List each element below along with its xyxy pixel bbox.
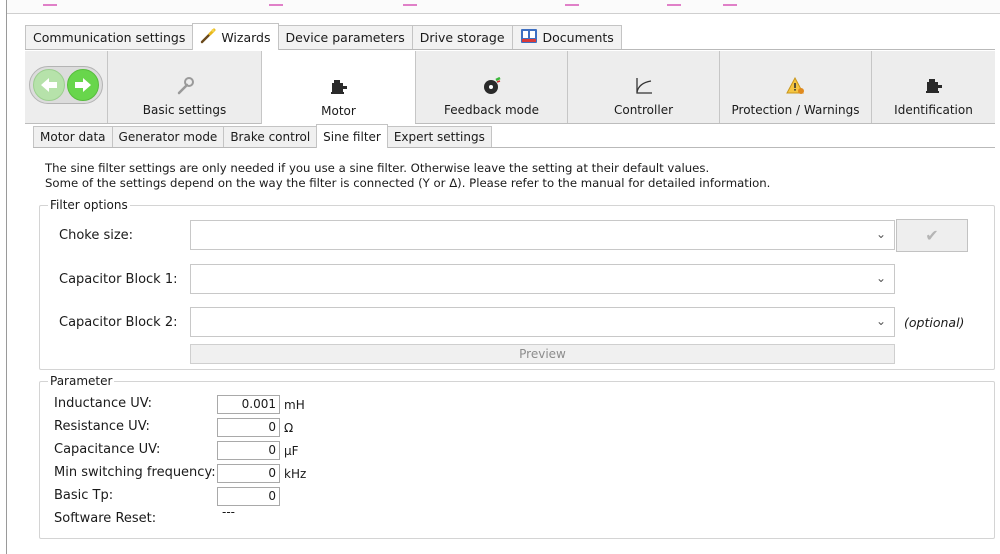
info-text: The sine filter settings are only needed… bbox=[45, 161, 770, 191]
back-arrow-icon[interactable] bbox=[33, 69, 65, 101]
curve-icon bbox=[634, 74, 654, 98]
param-label-inductance: Inductance UV: bbox=[54, 396, 153, 411]
tab-sine-filter[interactable]: Sine filter bbox=[316, 124, 388, 148]
tab-label: Brake control bbox=[230, 130, 311, 144]
warning-icon bbox=[785, 74, 806, 98]
strip-mark bbox=[723, 4, 737, 6]
capacitance-unit: µF bbox=[284, 444, 299, 458]
tab-expert-settings[interactable]: Expert settings bbox=[386, 126, 492, 147]
chevron-down-icon[interactable]: ⌄ bbox=[876, 227, 886, 241]
checkmark-icon: ✔ bbox=[925, 226, 939, 245]
tab-brake-control[interactable]: Brake control bbox=[223, 126, 318, 147]
wizard-step-protection-warnings[interactable]: Protection / Warnings bbox=[719, 51, 871, 123]
motor-icon bbox=[330, 75, 348, 99]
tab-label: Expert settings bbox=[393, 130, 485, 144]
book-icon bbox=[520, 28, 538, 47]
group-title: Parameter bbox=[48, 374, 115, 388]
tab-label: Wizards bbox=[221, 29, 271, 45]
tab-motor-data[interactable]: Motor data bbox=[33, 126, 113, 147]
choke-size-dropdown[interactable]: ⌄ bbox=[190, 220, 895, 250]
capacitance-input[interactable]: 0 bbox=[217, 441, 280, 460]
tab-label: Device parameters bbox=[285, 30, 405, 45]
tab-label: Drive storage bbox=[419, 30, 505, 45]
strip-mark bbox=[43, 4, 57, 6]
optional-hint: (optional) bbox=[904, 315, 965, 330]
strip-mark bbox=[565, 4, 579, 6]
title-strip bbox=[7, 0, 1000, 14]
wrench-icon bbox=[175, 74, 195, 98]
chevron-down-icon[interactable]: ⌄ bbox=[876, 271, 886, 285]
param-label-min-switching-frequency: Min switching frequency: bbox=[54, 465, 216, 480]
min-switching-frequency-unit: kHz bbox=[284, 467, 307, 481]
min-switching-frequency-input[interactable]: 0 bbox=[217, 464, 280, 483]
group-title: Filter options bbox=[48, 198, 130, 212]
app-window: Communication settings Wizards Device pa… bbox=[6, 0, 1000, 554]
parameter-group: Parameter bbox=[39, 374, 995, 539]
sub-tab-bar: Motor data Generator mode Brake control … bbox=[33, 124, 995, 148]
wizard-step-motor[interactable]: Motor bbox=[261, 51, 415, 124]
forward-arrow-icon[interactable] bbox=[67, 69, 99, 101]
choke-size-label: Choke size: bbox=[59, 228, 134, 243]
info-line-2: Some of the settings depend on the way t… bbox=[45, 176, 771, 190]
preview-button[interactable]: Preview bbox=[190, 344, 895, 364]
wizard-step-label: Identification bbox=[894, 103, 973, 117]
wizard-step-identification[interactable]: Identification bbox=[871, 51, 995, 123]
wizard-step-label: Motor bbox=[321, 104, 356, 118]
wizard-toolbar: Basic settings Motor Feedback mode Contr… bbox=[25, 51, 995, 124]
navigation-pill bbox=[29, 66, 103, 104]
resistance-unit: Ω bbox=[284, 421, 294, 435]
wizard-step-label: Controller bbox=[613, 103, 674, 117]
apply-button[interactable]: ✔ bbox=[896, 219, 968, 252]
strip-mark bbox=[667, 4, 681, 6]
strip-mark bbox=[269, 4, 283, 6]
capacitor-block-2-label: Capacitor Block 2: bbox=[59, 315, 178, 330]
preview-label: Preview bbox=[519, 347, 566, 361]
tab-communication-settings[interactable]: Communication settings bbox=[25, 25, 194, 49]
tab-label: Motor data bbox=[40, 130, 106, 144]
encoder-icon bbox=[482, 74, 502, 98]
inductance-input[interactable]: 0.001 bbox=[217, 395, 280, 414]
strip-mark bbox=[403, 4, 417, 6]
tab-generator-mode[interactable]: Generator mode bbox=[111, 126, 225, 147]
tab-label: Sine filter bbox=[323, 129, 381, 144]
wizard-step-feedback-mode[interactable]: Feedback mode bbox=[415, 51, 567, 123]
wizard-step-basic-settings[interactable]: Basic settings bbox=[107, 51, 261, 123]
wand-icon bbox=[200, 28, 216, 47]
wizard-step-controller[interactable]: Controller bbox=[567, 51, 719, 123]
capacitor-block-1-dropdown[interactable]: ⌄ bbox=[190, 264, 895, 294]
inductance-unit: mH bbox=[284, 398, 305, 412]
info-line-1: The sine filter settings are only needed… bbox=[45, 161, 710, 175]
main-tab-bar: Communication settings Wizards Device pa… bbox=[25, 23, 995, 50]
tab-label: Generator mode bbox=[118, 130, 218, 144]
chevron-down-icon[interactable]: ⌄ bbox=[876, 314, 886, 328]
tab-device-parameters[interactable]: Device parameters bbox=[277, 25, 413, 49]
param-label-resistance: Resistance UV: bbox=[54, 419, 150, 434]
software-reset-value: --- bbox=[222, 505, 235, 519]
wizard-step-label: Feedback mode bbox=[444, 103, 539, 117]
tab-documents[interactable]: Documents bbox=[511, 25, 622, 49]
param-label-software-reset: Software Reset: bbox=[54, 511, 157, 526]
motor-icon bbox=[925, 74, 943, 98]
resistance-input[interactable]: 0 bbox=[217, 418, 280, 437]
param-label-capacitance: Capacitance UV: bbox=[54, 442, 161, 457]
wizard-step-label: Protection / Warnings bbox=[731, 103, 860, 117]
capacitor-block-2-dropdown[interactable]: ⌄ bbox=[190, 307, 895, 337]
tab-drive-storage[interactable]: Drive storage bbox=[411, 25, 513, 49]
capacitor-block-1-label: Capacitor Block 1: bbox=[59, 272, 178, 287]
tab-label: Communication settings bbox=[33, 30, 186, 45]
param-label-basic-tp: Basic Tp: bbox=[54, 488, 114, 503]
wizard-step-label: Basic settings bbox=[142, 103, 227, 117]
tab-label: Documents bbox=[542, 30, 614, 45]
tab-wizards[interactable]: Wizards bbox=[192, 23, 279, 50]
basic-tp-input[interactable]: 0 bbox=[217, 487, 280, 506]
